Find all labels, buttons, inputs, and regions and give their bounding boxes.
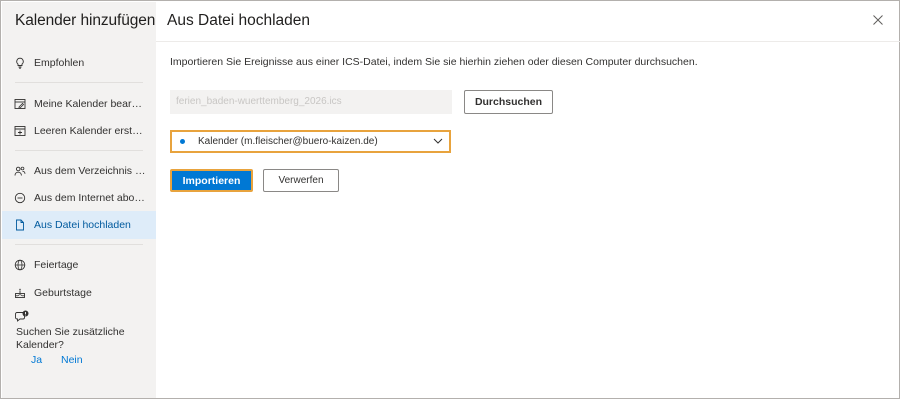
discard-button[interactable]: Verwerfen [263,169,339,192]
file-name-field[interactable]: ferien_baden-wuerttemberg_2026.ics [170,90,452,114]
sidebar-item-recommended[interactable]: Empfohlen [2,49,156,77]
sidebar-item-label: Aus dem Verzeichnis hi… [34,165,146,177]
sidebar-divider [15,82,143,83]
globe-icon [14,259,26,271]
feedback-question: Suchen Sie zusätzliche Kalender? [16,326,125,351]
intro-text: Importieren Sie Ereignisse aus einer ICS… [170,56,698,68]
sidebar-divider [15,244,143,245]
sidebar-item-birthdays[interactable]: Geburtstage [2,279,156,307]
sidebar-item-from-directory[interactable]: Aus dem Verzeichnis hi… [2,157,156,185]
document-icon [14,219,26,231]
calendar-add-icon [14,125,26,137]
browse-button[interactable]: Durchsuchen [464,90,553,114]
lightbulb-icon [14,57,26,69]
sidebar-divider [15,150,143,151]
sidebar-item-subscribe-web[interactable]: Aus dem Internet abon… [2,184,156,212]
sidebar-item-edit-calendars[interactable]: Meine Kalender bearbei… [2,90,156,118]
calendar-color-dot [180,139,185,144]
feedback-icon [15,310,29,322]
sidebar-item-label: Empfohlen [34,57,85,69]
sidebar-title: Kalender hinzufügen [15,12,156,29]
dialog: Kalender hinzufügen Empfohlen Meine Kale… [0,0,900,399]
sidebar: Kalender hinzufügen Empfohlen Meine Kale… [2,2,156,398]
sidebar-item-label: Meine Kalender bearbei… [34,98,146,110]
sidebar-item-upload-file[interactable]: Aus Datei hochladen [2,211,156,239]
sidebar-item-label: Leeren Kalender erstellen [34,125,146,137]
link-icon [14,192,26,204]
sidebar-item-label: Aus Datei hochladen [34,219,131,231]
chevron-down-icon [433,138,443,144]
sidebar-item-label: Geburtstage [34,287,92,299]
close-icon[interactable] [870,12,886,28]
sidebar-item-label: Aus dem Internet abon… [34,192,146,204]
feedback-no-link[interactable]: Nein [61,354,83,366]
calendar-select-value: Kalender (m.fleischer@buero-kaizen.de) [198,136,378,147]
header-divider [156,41,900,42]
import-button[interactable]: Importieren [170,169,253,192]
page-title: Aus Datei hochladen [167,12,311,29]
feedback-yes-link[interactable]: Ja [31,354,42,366]
cake-icon [14,287,26,299]
calendar-edit-icon [14,98,26,110]
sidebar-item-create-blank[interactable]: Leeren Kalender erstellen [2,117,156,145]
sidebar-item-holidays[interactable]: Feiertage [2,251,156,279]
people-icon [14,165,26,177]
calendar-select[interactable]: Kalender (m.fleischer@buero-kaizen.de) [170,130,451,153]
sidebar-item-label: Feiertage [34,259,79,271]
